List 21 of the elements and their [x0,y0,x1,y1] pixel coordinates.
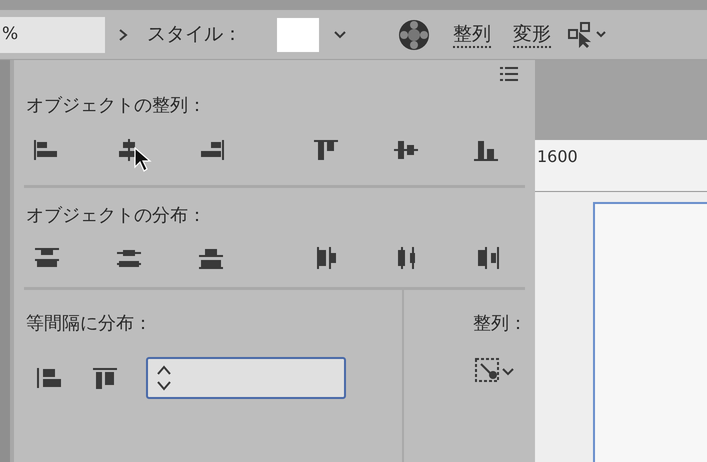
align-top-icon[interactable] [311,137,341,163]
chevron-right-icon[interactable] [117,28,129,42]
section-title: オブジェクトの整列： [26,94,207,118]
style-swatch[interactable] [277,18,319,52]
distribute-horizontal-space-icon[interactable] [90,365,120,391]
transform-icon[interactable] [567,20,607,50]
toolbar-tab[interactable]: 変形 [513,22,551,48]
menu-icon[interactable] [499,66,519,82]
spacing-input[interactable] [146,357,346,399]
cursor-icon [134,147,152,173]
distribute-vertical-space-icon[interactable] [34,365,64,391]
chevron-down-icon[interactable] [333,30,347,40]
toolbar-tab[interactable]: 整列 [453,22,491,48]
style-label: スタイル： [147,22,243,48]
section-title: 等間隔に分布： [26,312,153,336]
globe-icon[interactable] [397,18,431,52]
section-title: オブジェクトの分布： [26,204,207,228]
align-to-label: 整列： [473,312,527,336]
ruler-label: 1600 [537,146,578,168]
zoom-field[interactable]: % [0,16,105,52]
spinner-icon[interactable] [156,363,172,393]
